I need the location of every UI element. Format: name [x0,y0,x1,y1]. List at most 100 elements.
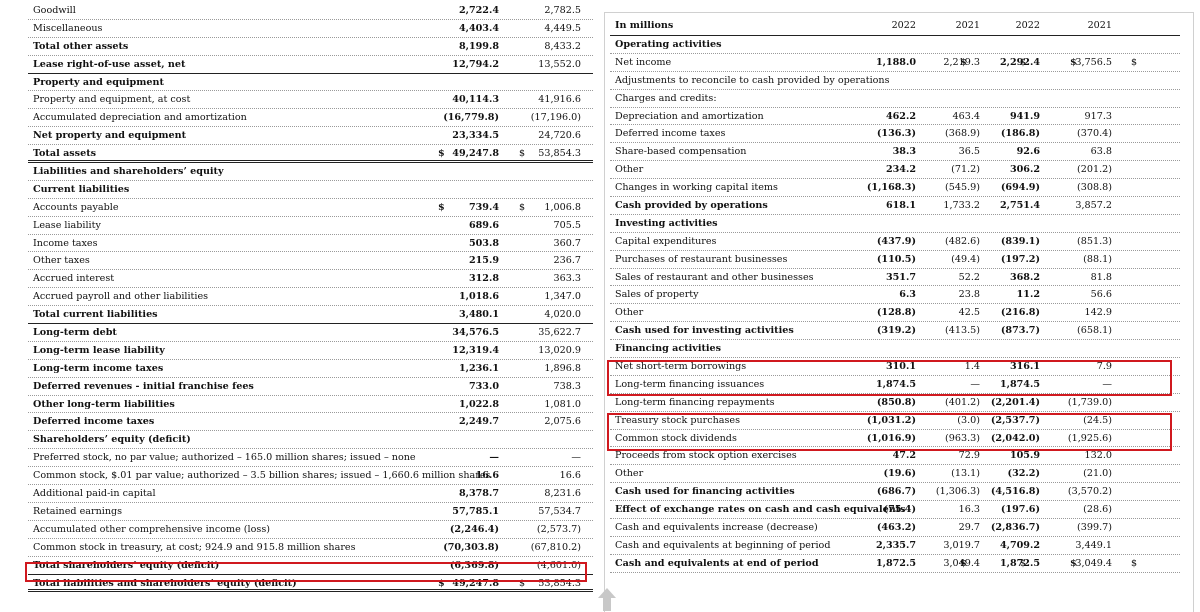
value-2022: 23,334.5 [452,130,499,142]
balance-sheet-row: Total current liabilities 3,480.1 4,020.0 [28,306,593,325]
value-2021: 738.3 [553,380,581,392]
cash-flow-value: 42.5 [958,307,980,319]
value-2021: 4,449.5 [544,22,581,34]
row-label: Miscellaneous [33,22,103,34]
cash-flow-value: (686.7) [876,486,916,498]
row-label: Other taxes [33,255,90,267]
balance-sheet-row: Other long-term liabilities 1,022.8 1,081.… [28,396,593,414]
row-label: Other [615,468,644,480]
cash-flow-value: 2,219.3 [943,56,980,68]
header-col-1: 2022 [891,20,916,31]
cash-flow-value: 6.3 [899,289,916,301]
row-label: Total current liabilities [33,309,158,321]
value-2022: 40,114.3 [452,94,499,106]
row-label: Long-term financing repayments [615,396,775,408]
currency-symbol: $ [1131,56,1138,68]
value-2021: 363.3 [553,273,581,285]
cash-flow-value: (2,201.4) [990,396,1040,408]
row-label: Income taxes [33,237,98,249]
cash-flow-value: 368.2 [1009,271,1040,283]
balance-sheet-row: Current liabilities [28,181,593,199]
cash-flow-value: (1,306.3) [935,486,980,498]
row-label: Accumulated depreciation and amortizatio… [33,112,247,124]
value-2022: 4,403.4 [458,22,499,34]
currency-symbol: $ [519,148,526,160]
row-label: Other [615,164,644,176]
cash-flow-value: 132.0 [1084,450,1112,462]
row-label: Common stock, $.01 par value; authorized… [33,470,491,482]
cash-flow-value: 142.9 [1084,307,1112,319]
row-label: Proceeds from stock option exercises [615,450,797,462]
balance-sheet-row: Property and equipment [28,74,593,92]
value-2021: 24,720.6 [538,130,581,142]
row-label: Total assets [33,148,97,160]
value-2022: (70,303.8) [443,541,499,553]
value-2022: 312.8 [468,273,499,285]
value-2022: 2,722.4 [458,5,499,16]
cash-flow-value: 462.2 [885,110,916,122]
scroll-up-arrow-icon[interactable] [596,586,618,611]
value-2021: 705.5 [553,219,581,231]
value-2021: (67,810.2) [530,541,581,553]
cash-flow-value: (13.1) [951,468,980,480]
row-label: Net property and equipment [33,130,187,142]
balance-sheet-row: Shareholders’ equity (deficit) [28,431,593,450]
value-2021: 1,006.8 [544,201,581,213]
cash-flow-row: Long-term financing repayments (850.8) (40… [610,394,1180,412]
value-2022: 2,249.7 [458,416,499,428]
cash-flow-row: Sales of restaurant and other businesses… [610,269,1180,287]
cash-flow-table: In millions 2022 2021 2022 2021 Operatin… [610,13,1180,573]
cash-flow-row: Sales of property 6.3 23.8 11.2 56.6 [610,286,1180,305]
balance-sheet-row: Total assets $49,247.8 $53,854.3 [28,145,593,164]
cash-flow-value: 941.9 [1009,110,1040,122]
cash-flow-value: 1,872.5 [999,557,1040,569]
cash-flow-value: 3,857.2 [1075,200,1112,212]
value-2021: 236.7 [553,255,581,267]
cash-flow-row: Operating activities [610,36,1180,54]
row-label: Common stock in treasury, at cost; 924.9… [33,541,356,553]
cash-flow-value: 1,872.5 [875,557,916,569]
value-2022: 12,319.4 [452,344,499,356]
balance-sheet-row: Total other assets 8,199.8 8,433.2 [28,38,593,56]
row-label: Current liabilities [33,183,130,195]
cash-flow-value: 36.5 [958,146,980,158]
row-label: Charges and credits: [615,92,717,104]
value-2022: 57,785.1 [452,505,499,517]
row-label: Additional paid-in capital [33,488,156,500]
cash-flow-value: (21.0) [1083,468,1112,480]
cash-flow-row: Investing activities [610,215,1180,233]
cash-flow-value: (88.1) [1083,253,1112,265]
row-label: Changes in working capital items [615,182,778,194]
value-2021: 41,916.6 [538,94,581,106]
cash-flow-value: 16.3 [958,504,980,516]
cash-flow-value: (186.8) [1000,128,1040,140]
row-label: Sales of restaurant and other businesses [615,271,814,283]
cash-flow-value: 29.7 [958,522,980,534]
cash-flow-value: (197.2) [1000,253,1040,265]
row-label: Long-term lease liability [33,344,165,356]
cash-flow-value: 11.2 [1016,289,1040,301]
row-label: Cash and equivalents increase (decrease) [615,522,818,534]
highlight-total-shareholders-equity [25,562,587,582]
header-col-2: 2021 [955,20,980,31]
row-label: Purchases of restaurant businesses [615,253,788,265]
cash-flow-value: 56.6 [1090,289,1112,301]
cash-flow-row: Changes in working capital items (1,168.3… [610,179,1180,198]
cash-flow-row: Cash provided by operations 618.1 1,733.2 2… [610,197,1180,215]
value-2021: 35,622.7 [538,327,581,339]
row-label: Accounts payable [33,201,119,213]
value-2022: 1,236.1 [458,362,499,374]
cash-flow-value: 47.2 [892,450,916,462]
balance-sheet-row: Long-term lease liability 12,319.4 13,020.… [28,342,593,360]
row-label: Investing activities [615,217,718,229]
cash-flow-value: 3,049.4 [943,557,980,569]
balance-sheet-table: Goodwill 2,722.4 2,782.5 Miscellaneous 4,403… [28,2,593,593]
cash-flow-panel: In millions 2022 2021 2022 2021 Operatin… [604,12,1194,612]
cash-flow-value: (128.8) [876,307,916,319]
balance-sheet-row: Liabilities and shareholders’ equity [28,163,593,181]
cash-flow-row: Purchases of restaurant businesses (110.5… [610,251,1180,269]
currency-symbol: $ [438,148,445,160]
row-label: Adjustments to reconcile to cash provide… [615,74,890,86]
row-label: Cash used for financing activities [615,486,795,498]
balance-sheet-row: Net property and equipment 23,334.5 24,720… [28,127,593,146]
